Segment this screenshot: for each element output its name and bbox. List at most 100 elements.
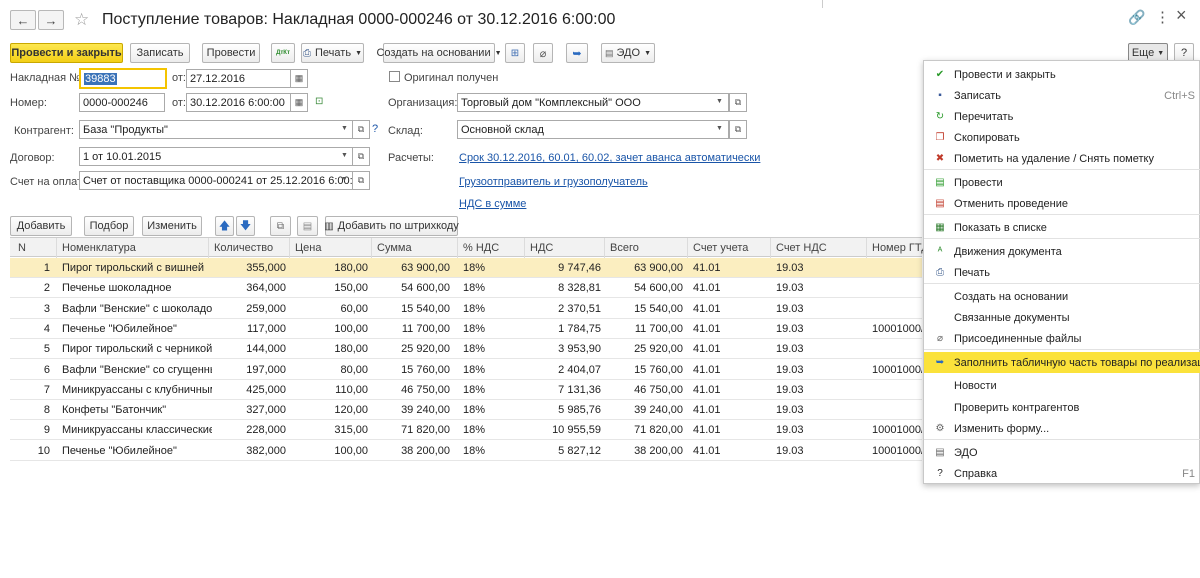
table-row[interactable]: 1 Пирог тирольский с вишней 355,000 180,00 6…	[10, 258, 922, 278]
favorite-star-icon[interactable]: ☆	[74, 10, 89, 30]
table-row[interactable]: 8 Конфеты "Батончик" 327,000 120,00 39 240,0…	[10, 400, 922, 421]
add-row-button[interactable]: Добавить	[10, 216, 72, 236]
dtkt-button[interactable]: ДтКт	[271, 43, 295, 63]
menu-item[interactable]: ⎙ Печать	[924, 262, 1200, 283]
column-header[interactable]: НДС	[530, 242, 553, 254]
menu-item-shortcut: F1	[1182, 467, 1195, 480]
dropdown-icon[interactable]: ▼	[716, 125, 723, 132]
column-header[interactable]: Сумма	[377, 242, 412, 254]
menu-item[interactable]: ❐ Скопировать	[924, 127, 1200, 148]
table-row[interactable]: 9 Миникруассаны классические 228,000 315,00…	[10, 420, 922, 441]
print-button[interactable]: ⎙ Печать ▼	[301, 43, 364, 63]
original-received-checkbox[interactable]	[389, 71, 400, 82]
column-header[interactable]: % НДС	[463, 242, 499, 254]
contract-field[interactable]: 1 от 10.01.2015	[79, 147, 353, 166]
menu-item[interactable]: Создать на основании	[924, 286, 1200, 307]
structure-button[interactable]: ⊞	[505, 43, 525, 63]
column-header[interactable]: Всего	[610, 242, 639, 254]
menu-item[interactable]: ↻ Перечитать	[924, 106, 1200, 127]
column-header[interactable]: Номер ГТД	[872, 242, 929, 254]
table-cell: 6	[43, 363, 50, 376]
move-up-button[interactable]: 🡅	[215, 216, 234, 236]
column-header[interactable]: N	[18, 242, 26, 254]
post-and-close-button[interactable]: Провести и закрыть	[10, 43, 123, 63]
column-header[interactable]: Счет учета	[693, 242, 748, 254]
warehouse-field[interactable]: Основной склад	[457, 120, 729, 139]
table-row[interactable]: 7 Миникруассаны с клубничным ... 425,000 11…	[10, 380, 922, 400]
vat-link[interactable]: НДС в сумме	[459, 198, 526, 210]
open-icon[interactable]: ⧉	[729, 120, 747, 139]
settlements-label: Расчеты:	[388, 152, 434, 164]
menu-item[interactable]: ᴬ Движения документа	[924, 241, 1200, 262]
column-header[interactable]: Счет НДС	[776, 242, 827, 254]
forward-button[interactable]: →	[38, 10, 64, 30]
back-button[interactable]: ←	[10, 10, 36, 30]
close-icon[interactable]: ×	[1176, 5, 1187, 26]
dropdown-icon[interactable]: ▼	[341, 152, 348, 159]
calendar-icon[interactable]: ▦	[290, 93, 308, 112]
move-down-button[interactable]: 🡇	[236, 216, 255, 236]
invoice-number-field[interactable]: 39883	[79, 68, 167, 89]
attach-button[interactable]: ⌀	[533, 43, 553, 63]
table-cell: 19.03	[776, 282, 804, 295]
invoice-payment-field[interactable]: Счет от поставщика 0000-000241 от 25.12.…	[79, 171, 353, 190]
create-based-on-button[interactable]: Создать на основании ▼	[376, 43, 502, 63]
open-icon[interactable]: ⧉	[352, 171, 370, 190]
table-row[interactable]: 10 Печенье "Юбилейное" 382,000 100,00 38 200…	[10, 441, 922, 461]
edo-label: ЭДО	[616, 47, 641, 59]
table-cell: 18%	[463, 343, 486, 356]
open-icon[interactable]: ⧉	[352, 147, 370, 166]
dropdown-icon[interactable]: ▼	[341, 176, 348, 183]
calendar-icon[interactable]: ▦	[290, 69, 308, 88]
menu-item[interactable]: ▤ Провести	[924, 172, 1200, 193]
menu-item[interactable]: ➥ Заполнить табличную часть товары по реа…	[924, 352, 1200, 373]
copy-row-button[interactable]: ⧉	[270, 216, 291, 236]
menu-item[interactable]: ▤ Отменить проведение	[924, 193, 1200, 214]
menu-item[interactable]: ⌀ Присоединенные файлы	[924, 328, 1200, 349]
column-header[interactable]: Цена	[295, 242, 321, 254]
add-by-barcode-button[interactable]: ▥ Добавить по штрихкоду	[324, 216, 459, 236]
dropdown-icon[interactable]: ▼	[716, 98, 723, 105]
open-icon[interactable]: ⧉	[352, 120, 370, 139]
link-icon[interactable]: 🔗	[1128, 9, 1145, 26]
edit-row-button[interactable]: Изменить	[142, 216, 202, 236]
consignor-link[interactable]: Грузоотправитель и грузополучатель	[459, 176, 648, 188]
settlements-link[interactable]: Срок 30.12.2016, 60.01, 60.02, зачет ава…	[459, 152, 760, 164]
contractor-field[interactable]: База "Продукты"	[79, 120, 353, 139]
save-button[interactable]: Записать	[130, 43, 190, 63]
menu-item[interactable]: Проверить контрагентов	[924, 397, 1200, 418]
help-mark-icon[interactable]: ?	[372, 123, 378, 135]
menu-item[interactable]: ▪ Записать Ctrl+S	[924, 85, 1200, 106]
menu-item[interactable]: ▦ Показать в списке	[924, 217, 1200, 238]
number-field[interactable]: 0000-000246	[79, 93, 165, 112]
menu-item[interactable]: ▤ ЭДО	[924, 442, 1200, 463]
table-cell: 18%	[463, 262, 486, 274]
open-icon[interactable]: ⧉	[729, 93, 747, 112]
column-header[interactable]: Номенклатура	[62, 242, 136, 254]
table-cell: 10001000/01	[872, 444, 922, 457]
fill-arrow-icon: ➥	[572, 47, 582, 60]
organization-field[interactable]: Торговый дом "Комплексный" ООО	[457, 93, 729, 112]
menu-item[interactable]: Связанные документы	[924, 307, 1200, 328]
select-button[interactable]: Подбор	[84, 216, 134, 236]
table-row[interactable]: 5 Пирог тирольский с черникой 144,000 180,0…	[10, 339, 922, 360]
paste-row-button[interactable]: ▤	[297, 216, 318, 236]
more-vertical-icon[interactable]: ⋮	[1155, 8, 1170, 26]
menu-item[interactable]: ✖ Пометить на удаление / Снять пометку	[924, 148, 1200, 169]
invoice-date-field[interactable]: 27.12.2016	[186, 69, 294, 88]
table-row[interactable]: 6 Вафли "Венские" со сгущенны... 197,000 80…	[10, 360, 922, 380]
column-header[interactable]: Количество	[214, 242, 273, 254]
menu-item[interactable]: Новости	[924, 375, 1200, 396]
dropdown-icon[interactable]: ▼	[341, 125, 348, 132]
table-row[interactable]: 4 Печенье "Юбилейное" 117,000 100,00 11 700,…	[10, 319, 922, 339]
post-button[interactable]: Провести	[202, 43, 260, 63]
menu-item[interactable]: ? Справка F1	[924, 463, 1200, 484]
edo-button[interactable]: ▤ ЭДО ▼	[601, 43, 655, 63]
number-date-field[interactable]: 30.12.2016 6:00:00	[186, 93, 294, 112]
menu-item[interactable]: ✔ Провести и закрыть	[924, 64, 1200, 85]
table-row[interactable]: 2 Печенье шоколадное 364,000 150,00 54 600,0…	[10, 278, 922, 299]
edit-number-icon[interactable]: ⊡	[315, 96, 323, 107]
fill-button[interactable]: ➥	[566, 43, 588, 63]
menu-item[interactable]: ⚙ Изменить форму...	[924, 418, 1200, 439]
table-row[interactable]: 3 Вафли "Венские" с шоколадом 259,000 60,00…	[10, 299, 922, 319]
